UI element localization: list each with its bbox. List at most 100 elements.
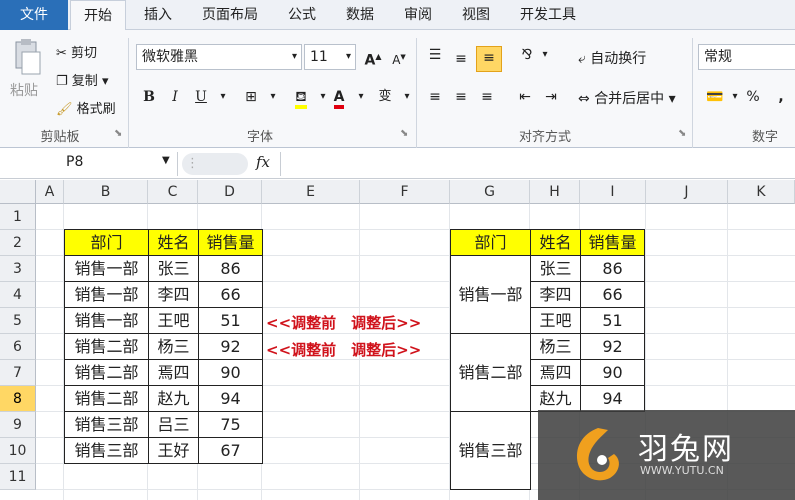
chevron-down-icon[interactable]: ▾ xyxy=(534,44,556,66)
column-header-g[interactable]: G xyxy=(450,180,530,204)
insert-function-button[interactable]: fx xyxy=(256,153,270,171)
align-top-icon[interactable]: ☰ xyxy=(424,44,446,66)
left-table-cell[interactable]: 销售二部 xyxy=(64,385,149,412)
percent-button[interactable]: % xyxy=(742,86,764,108)
tab-review[interactable]: 审阅 xyxy=(392,0,444,30)
row-header-7[interactable]: 7 xyxy=(0,360,36,386)
right-table-cell[interactable]: 90 xyxy=(580,359,645,386)
left-table-cell[interactable]: 75 xyxy=(198,411,263,438)
cut-button[interactable]: ✂ 剪切 xyxy=(56,42,97,61)
chevron-down-icon[interactable]: ▾ xyxy=(396,86,418,108)
left-table-cell[interactable]: 赵九 xyxy=(148,385,199,412)
right-table-merged-cell[interactable]: 销售三部 xyxy=(450,411,531,490)
left-table-header[interactable]: 部门 xyxy=(64,229,149,256)
row-header-3[interactable]: 3 xyxy=(0,256,36,282)
left-table-cell[interactable]: 销售二部 xyxy=(64,333,149,360)
right-table-cell[interactable]: 赵九 xyxy=(530,385,581,412)
left-table-cell[interactable]: 销售一部 xyxy=(64,307,149,334)
paste-button[interactable]: 粘贴 xyxy=(10,80,38,100)
tab-view[interactable]: 视图 xyxy=(450,0,502,30)
dialog-launcher-icon[interactable]: ⬊ xyxy=(114,128,122,139)
right-table-header[interactable]: 姓名 xyxy=(530,229,581,256)
phonetic-button[interactable]: 变 xyxy=(374,86,396,108)
dialog-launcher-icon[interactable]: ⬊ xyxy=(400,128,408,139)
underline-button[interactable]: U xyxy=(190,86,212,108)
decrease-indent-icon[interactable]: ⇤ xyxy=(514,86,536,108)
tab-data[interactable]: 数据 xyxy=(334,0,386,30)
column-header-e[interactable]: E xyxy=(262,180,360,204)
left-table-cell[interactable]: 王好 xyxy=(148,437,199,464)
column-header-f[interactable]: F xyxy=(360,180,450,204)
increase-indent-icon[interactable]: ⇥ xyxy=(540,86,562,108)
align-right-icon[interactable]: ≡ xyxy=(476,86,498,108)
left-table-header[interactable]: 姓名 xyxy=(148,229,199,256)
left-table-cell[interactable]: 杨三 xyxy=(148,333,199,360)
left-table-cell[interactable]: 销售三部 xyxy=(64,411,149,438)
currency-icon[interactable]: 💳 xyxy=(704,86,726,108)
font-name-select[interactable]: 微软雅黑 ▾ xyxy=(136,44,302,70)
column-header-c[interactable]: C xyxy=(148,180,198,204)
right-table-cell[interactable]: 66 xyxy=(580,281,645,308)
tab-formulas[interactable]: 公式 xyxy=(276,0,328,30)
tab-home[interactable]: 开始 xyxy=(70,0,126,31)
row-header-5[interactable]: 5 xyxy=(0,308,36,334)
left-table-cell[interactable]: 销售一部 xyxy=(64,281,149,308)
column-header-j[interactable]: J xyxy=(646,180,728,204)
font-color-button[interactable]: A xyxy=(328,86,350,109)
shrink-font-button[interactable]: A▼ xyxy=(388,46,410,68)
right-table-cell[interactable]: 51 xyxy=(580,307,645,334)
left-table-cell[interactable]: 92 xyxy=(198,333,263,360)
fill-color-button[interactable]: ⛾ xyxy=(290,86,312,109)
grow-font-button[interactable]: A▲ xyxy=(362,46,384,69)
row-header-9[interactable]: 9 xyxy=(0,412,36,438)
left-table-cell[interactable]: 吕三 xyxy=(148,411,199,438)
left-table-cell[interactable]: 王吧 xyxy=(148,307,199,334)
right-table-header[interactable]: 部门 xyxy=(450,229,531,256)
tab-file[interactable]: 文件 xyxy=(0,0,68,30)
select-all-corner[interactable] xyxy=(0,180,36,204)
align-left-icon[interactable]: ≡ xyxy=(424,86,446,108)
row-header-4[interactable]: 4 xyxy=(0,282,36,308)
right-table-cell[interactable]: 94 xyxy=(580,385,645,412)
italic-button[interactable]: I xyxy=(164,86,186,108)
row-header-10[interactable]: 10 xyxy=(0,438,36,464)
number-format-select[interactable]: 常规 xyxy=(698,44,795,70)
column-header-b[interactable]: B xyxy=(64,180,148,204)
column-header-k[interactable]: K xyxy=(728,180,795,204)
left-table-cell[interactable]: 焉四 xyxy=(148,359,199,386)
left-table-cell[interactable]: 66 xyxy=(198,281,263,308)
formula-input[interactable] xyxy=(280,152,795,176)
left-table-cell[interactable]: 张三 xyxy=(148,255,199,282)
left-table-cell[interactable]: 67 xyxy=(198,437,263,464)
left-table-cell[interactable]: 90 xyxy=(198,359,263,386)
tab-insert[interactable]: 插入 xyxy=(130,0,186,30)
borders-button[interactable]: ⊞ xyxy=(240,86,262,108)
column-header-a[interactable]: A xyxy=(36,180,64,204)
right-table-merged-cell[interactable]: 销售一部 xyxy=(450,255,531,334)
right-table-merged-cell[interactable]: 销售二部 xyxy=(450,333,531,412)
left-table-cell[interactable]: 销售三部 xyxy=(64,437,149,464)
left-table-cell[interactable]: 李四 xyxy=(148,281,199,308)
align-bottom-icon[interactable]: ≡ xyxy=(476,46,502,72)
tab-developer[interactable]: 开发工具 xyxy=(508,0,588,30)
chevron-down-icon[interactable]: ▾ xyxy=(212,86,234,108)
align-middle-icon[interactable]: ≡ xyxy=(450,48,472,70)
wrap-text-button[interactable]: ⤶ 自动换行 xyxy=(578,48,646,68)
comma-button[interactable]: , xyxy=(770,86,792,108)
row-header-11[interactable]: 11 xyxy=(0,464,36,490)
right-table-cell[interactable]: 王吧 xyxy=(530,307,581,334)
bold-button[interactable]: B xyxy=(138,86,160,108)
row-header-8[interactable]: 8 xyxy=(0,386,36,412)
column-header-i[interactable]: I xyxy=(580,180,646,204)
right-table-cell[interactable]: 张三 xyxy=(530,255,581,282)
right-table-cell[interactable]: 86 xyxy=(580,255,645,282)
right-table-cell[interactable]: 92 xyxy=(580,333,645,360)
left-table-cell[interactable]: 销售一部 xyxy=(64,255,149,282)
name-box[interactable]: P8 ▼ xyxy=(0,152,178,176)
row-header-1[interactable]: 1 xyxy=(0,204,36,230)
font-size-select[interactable]: 11 ▾ xyxy=(304,44,356,70)
right-table-cell[interactable]: 焉四 xyxy=(530,359,581,386)
left-table-cell[interactable]: 94 xyxy=(198,385,263,412)
align-center-icon[interactable]: ≡ xyxy=(450,86,472,108)
left-table-cell[interactable]: 销售二部 xyxy=(64,359,149,386)
